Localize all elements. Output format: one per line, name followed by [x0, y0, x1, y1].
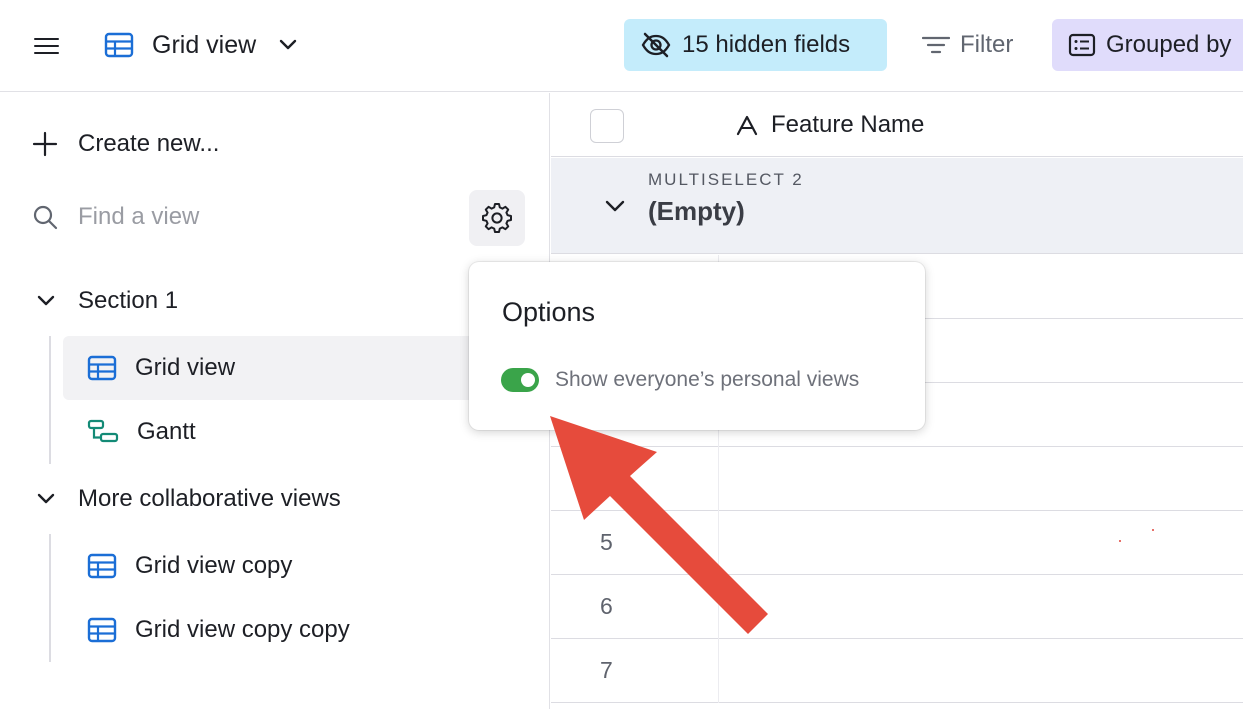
cell-divider	[718, 447, 719, 511]
hidden-fields-label: 15 hidden fields	[682, 31, 851, 58]
eye-off-icon	[641, 32, 671, 58]
chevron-down-icon	[37, 295, 55, 306]
grid-icon	[87, 553, 117, 579]
toggle-knob	[521, 373, 535, 387]
group-header: MULTISELECT 2 (Empty)	[551, 158, 1243, 254]
table-row[interactable]: 7	[551, 639, 1243, 703]
find-view-input[interactable]	[78, 203, 438, 231]
column-header-label: Feature Name	[771, 111, 925, 138]
options-popover: Options Show everyone’s personal views	[469, 262, 925, 430]
sidebar-item-grid-view-copy-copy[interactable]: Grid view copy copy	[63, 598, 483, 662]
popover-title: Options	[502, 297, 596, 327]
chevron-down-icon[interactable]	[601, 192, 629, 220]
stray-mark	[1119, 540, 1121, 542]
create-new-label: Create new...	[78, 130, 220, 157]
gantt-icon	[87, 419, 119, 443]
filter-icon	[922, 36, 950, 54]
views-sidebar: Create new... Section 1 Grid vie	[0, 93, 550, 709]
section-divider-line	[49, 534, 51, 662]
plus-icon	[32, 131, 58, 157]
view-title: Grid view	[152, 30, 257, 59]
sidebar-item-label: Grid view copy copy	[135, 616, 350, 643]
stray-mark	[1152, 529, 1154, 531]
grid-icon	[87, 617, 117, 643]
section-header-more-collaborative-views[interactable]: More collaborative views	[36, 481, 341, 517]
section-header-section-1[interactable]: Section 1	[36, 283, 178, 319]
grouped-by-label: Grouped by	[1106, 31, 1232, 58]
filter-label: Filter	[960, 31, 1014, 58]
chevron-down-icon	[279, 39, 297, 50]
group-list-icon	[1068, 33, 1096, 57]
sidebar-item-label: Grid view copy	[135, 552, 293, 579]
grid-icon	[87, 355, 117, 381]
sidebar-item-label: Grid view	[135, 354, 236, 381]
view-options-button[interactable]	[469, 190, 525, 246]
sidebar-item-grid-view-copy[interactable]: Grid view copy	[63, 534, 483, 598]
section-label: Section 1	[78, 287, 179, 314]
row-number: 5	[600, 529, 613, 555]
grid-header-row: Feature Name	[551, 93, 1243, 157]
chevron-down-icon	[37, 493, 55, 504]
cell-divider	[718, 511, 719, 575]
column-header-feature-name[interactable]: Feature Name	[735, 107, 924, 143]
cell-divider	[718, 575, 719, 639]
text-field-icon	[736, 115, 758, 136]
toggle-label: Show everyone’s personal views	[555, 368, 860, 391]
hamburger-menu-icon[interactable]	[32, 32, 62, 60]
grid-icon	[104, 32, 134, 58]
row-number: 6	[600, 593, 613, 619]
row-number: 7	[600, 657, 613, 683]
personal-views-toggle[interactable]	[501, 368, 539, 392]
table-row[interactable]: 5	[551, 511, 1243, 575]
section-label: More collaborative views	[78, 485, 341, 512]
cell-divider	[718, 639, 719, 703]
sidebar-item-gantt[interactable]: Gantt	[63, 400, 483, 464]
group-value: (Empty)	[648, 196, 745, 226]
grouped-by-button[interactable]: Grouped by	[1052, 19, 1243, 71]
view-switcher[interactable]: Grid view	[104, 22, 298, 68]
filter-button[interactable]: Filter	[918, 19, 1030, 71]
group-field-name: MULTISELECT 2	[648, 170, 804, 189]
hidden-fields-button[interactable]: 15 hidden fields	[624, 19, 887, 71]
gear-icon	[482, 203, 512, 233]
create-new-button[interactable]: Create new...	[32, 127, 219, 161]
section-divider-line	[49, 336, 51, 464]
select-all-checkbox[interactable]	[590, 109, 624, 143]
top-toolbar: Grid view 15 hidden fields Filter Groupe…	[0, 0, 1243, 92]
sidebar-item-grid-view[interactable]: Grid view	[63, 336, 483, 400]
table-row[interactable]	[551, 447, 1243, 511]
sidebar-item-label: Gantt	[137, 418, 196, 445]
find-view-search	[32, 199, 452, 235]
search-icon	[33, 205, 58, 230]
table-row[interactable]: 6	[551, 575, 1243, 639]
